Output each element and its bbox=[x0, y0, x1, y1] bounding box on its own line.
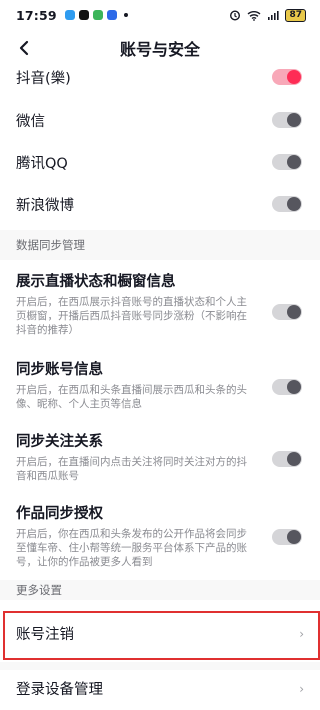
weibo-toggle[interactable] bbox=[272, 196, 302, 212]
highlight-annotation-box bbox=[3, 611, 320, 660]
battery-indicator: 87 bbox=[285, 8, 306, 22]
sync-item-title: 同步账号信息 bbox=[16, 362, 103, 378]
status-app-icons bbox=[64, 10, 128, 20]
sync-item-desc: 开启后，在直播间内点击关注将同时关注对方的抖音和西瓜账号 bbox=[16, 456, 247, 482]
status-time: 17:59 bbox=[16, 7, 57, 23]
sync-item-title: 同步关注关系 bbox=[16, 434, 103, 450]
binding-row-qq: 腾讯QQ bbox=[0, 142, 320, 182]
sync-item-follow-relation: 同步关注关系 开启后，在直播间内点击关注将同时关注对方的抖音和西瓜账号 bbox=[0, 430, 320, 488]
live-status-toggle[interactable] bbox=[272, 304, 302, 320]
qq-toggle[interactable] bbox=[272, 154, 302, 170]
nav-bar: 账号与安全 bbox=[0, 30, 320, 66]
wechat-toggle[interactable] bbox=[272, 112, 302, 128]
binding-label: 新浪微博 bbox=[16, 197, 74, 214]
sync-item-desc: 开启后，你在西瓜和头条发布的公开作品将会同步至懂车帝、住小帮等统一服务平台体系下… bbox=[16, 528, 247, 568]
section-header-more-settings: 更多设置 bbox=[0, 580, 320, 600]
status-bar: 17:59 87 bbox=[0, 0, 320, 30]
signal-icon bbox=[268, 10, 280, 20]
app-notification-icon bbox=[64, 10, 75, 20]
alarm-icon bbox=[230, 10, 241, 21]
follow-relation-toggle[interactable] bbox=[272, 451, 302, 467]
binding-row-wechat: 微信 bbox=[0, 100, 320, 140]
back-arrow-icon bbox=[19, 40, 29, 56]
login-device-management-row[interactable]: 登录设备管理 › bbox=[0, 670, 320, 706]
chevron-right-icon: › bbox=[299, 682, 304, 696]
app-notification-icon bbox=[92, 10, 103, 20]
section-header-data-sync: 数据同步管理 bbox=[0, 230, 320, 260]
app-notification-icon bbox=[106, 10, 117, 20]
login-device-management-label: 登录设备管理 bbox=[16, 681, 103, 698]
binding-row-douyin: 抖音(樂) bbox=[0, 62, 320, 92]
binding-label: 抖音(樂) bbox=[16, 70, 71, 87]
sync-item-live-status: 展示直播状态和橱窗信息 开启后，在西瓜展示抖音账号的直播状态和个人主页橱窗，开播… bbox=[0, 270, 320, 354]
binding-label: 腾讯QQ bbox=[16, 155, 68, 172]
sync-item-works-authorization: 作品同步授权 开启后，你在西瓜和头条发布的公开作品将会同步至懂车帝、住小帮等统一… bbox=[0, 502, 320, 572]
douyin-toggle[interactable] bbox=[272, 69, 302, 85]
page-title: 账号与安全 bbox=[119, 40, 200, 59]
sync-item-account-info: 同步账号信息 开启后，在西瓜和头条直播间展示西瓜和头条的头像、昵称、个人主页等信… bbox=[0, 358, 320, 416]
sync-item-title: 作品同步授权 bbox=[16, 506, 103, 522]
sync-item-desc: 开启后，在西瓜展示抖音账号的直播状态和个人主页橱窗，开播后西瓜抖音账号同步涨粉（… bbox=[16, 296, 247, 336]
binding-row-weibo: 新浪微博 bbox=[0, 184, 320, 224]
more-notifications-dot bbox=[123, 13, 128, 17]
works-authorization-toggle[interactable] bbox=[272, 529, 302, 545]
douyin-notification-icon bbox=[78, 10, 89, 20]
wifi-icon bbox=[248, 10, 261, 21]
back-button[interactable] bbox=[12, 36, 36, 60]
binding-label: 微信 bbox=[16, 113, 45, 130]
sync-item-title: 展示直播状态和橱窗信息 bbox=[16, 274, 176, 290]
sync-item-desc: 开启后，在西瓜和头条直播间展示西瓜和头条的头像、昵称、个人主页等信息 bbox=[16, 384, 247, 410]
account-info-toggle[interactable] bbox=[272, 379, 302, 395]
divider bbox=[0, 662, 320, 670]
